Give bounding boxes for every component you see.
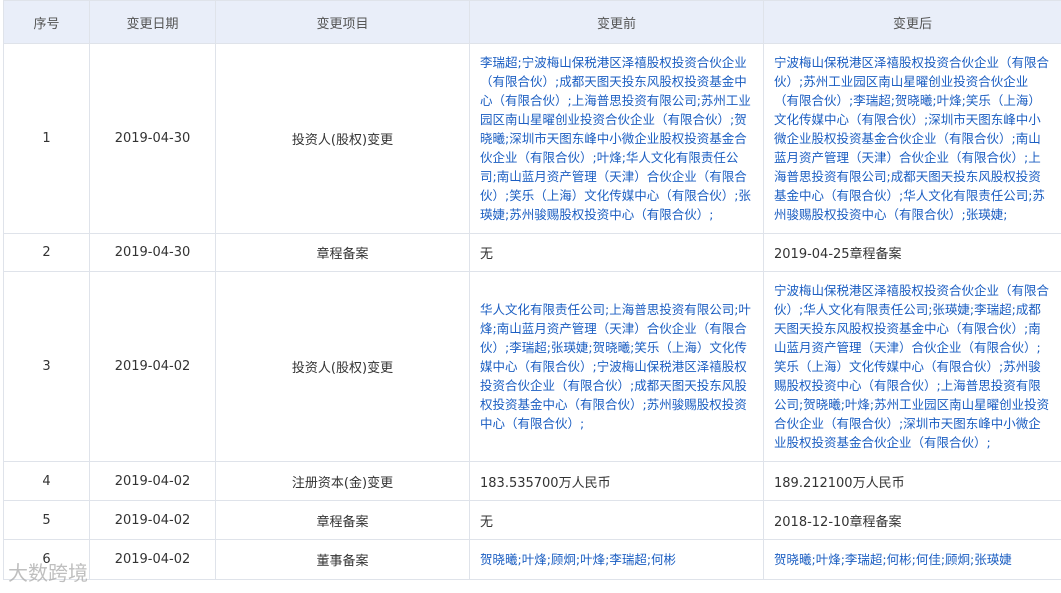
cell-item: 章程备案: [215, 500, 470, 540]
header-before: 变更前: [469, 0, 764, 44]
cell-date: 2019-04-30: [89, 43, 216, 234]
cell-before: 贺晓曦;叶烽;顾炯;叶烽;李瑞超;何彬: [469, 539, 764, 580]
cell-index: 3: [3, 271, 90, 462]
cell-item: 董事备案: [215, 539, 470, 580]
cell-date: 2019-04-02: [89, 271, 216, 462]
cell-date: 2019-04-02: [89, 461, 216, 501]
cell-before: 无: [469, 233, 764, 272]
table-row: 5 2019-04-02 章程备案 无 2018-12-10章程备案: [3, 500, 1061, 540]
cell-before: 183.535700万人民币: [469, 461, 764, 501]
watermark: 大数跨境: [8, 561, 88, 585]
header-change-item: 变更项目: [215, 0, 470, 44]
cell-date: 2019-04-02: [89, 539, 216, 580]
cell-item: 章程备案: [215, 233, 470, 272]
cell-before: 无: [469, 500, 764, 540]
cell-after: 宁波梅山保税港区泽禧股权投资合伙企业（有限合伙）;华人文化有限责任公司;张瑛婕;…: [763, 271, 1061, 462]
cell-date: 2019-04-30: [89, 233, 216, 272]
table-row: 3 2019-04-02 投资人(股权)变更 华人文化有限责任公司;上海普思投资…: [3, 271, 1061, 462]
cell-index: 2: [3, 233, 90, 272]
table-row: 1 2019-04-30 投资人(股权)变更 李瑞超;宁波梅山保税港区泽禧股权投…: [3, 43, 1061, 234]
table-header-row: 序号 变更日期 变更项目 变更前 变更后: [3, 0, 1061, 44]
cell-after: 189.212100万人民币: [763, 461, 1061, 501]
cell-after: 宁波梅山保税港区泽禧股权投资合伙企业（有限合伙）;苏州工业园区南山星曜创业投资合…: [763, 43, 1061, 234]
cell-after: 2019-04-25章程备案: [763, 233, 1061, 272]
table-row: 6 2019-04-02 董事备案 贺晓曦;叶烽;顾炯;叶烽;李瑞超;何彬 贺晓…: [3, 539, 1061, 580]
change-records-table: 序号 变更日期 变更项目 变更前 变更后 1 2019-04-30 投资人(股权…: [3, 0, 1061, 580]
cell-after: 贺晓曦;叶烽;李瑞超;何彬;何佳;顾炯;张瑛婕: [763, 539, 1061, 580]
table-row: 4 2019-04-02 注册资本(金)变更 183.535700万人民币 18…: [3, 461, 1061, 501]
table-row: 2 2019-04-30 章程备案 无 2019-04-25章程备案: [3, 233, 1061, 272]
header-index: 序号: [3, 0, 90, 44]
cell-item: 注册资本(金)变更: [215, 461, 470, 501]
cell-index: 5: [3, 500, 90, 540]
header-change-date: 变更日期: [89, 0, 216, 44]
cell-index: 4: [3, 461, 90, 501]
cell-index: 1: [3, 43, 90, 234]
cell-item: 投资人(股权)变更: [215, 43, 470, 234]
cell-before: 李瑞超;宁波梅山保税港区泽禧股权投资合伙企业（有限合伙）;成都天图天投东风股权投…: [469, 43, 764, 234]
cell-item: 投资人(股权)变更: [215, 271, 470, 462]
header-after: 变更后: [763, 0, 1061, 44]
cell-after: 2018-12-10章程备案: [763, 500, 1061, 540]
cell-date: 2019-04-02: [89, 500, 216, 540]
cell-before: 华人文化有限责任公司;上海普思投资有限公司;叶烽;南山蓝月资产管理（天津）合伙企…: [469, 271, 764, 462]
